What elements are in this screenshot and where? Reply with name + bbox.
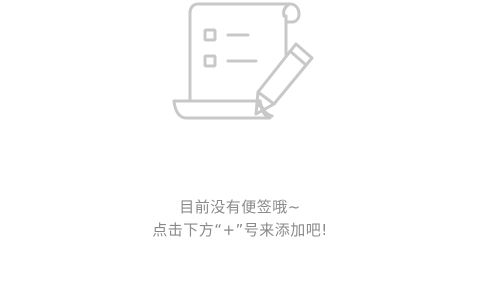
empty-state-line-2: 点击下方“+”号来添加吧! — [152, 221, 328, 239]
empty-state-line-1: 目前没有便签哦~ — [179, 198, 301, 216]
empty-state-message: 目前没有便签哦~ 点击下方“+”号来添加吧! — [0, 196, 480, 242]
empty-notes-screen: 目前没有便签哦~ 点击下方“+”号来添加吧! — [0, 0, 480, 300]
notes-pencil-icon — [160, 0, 320, 130]
